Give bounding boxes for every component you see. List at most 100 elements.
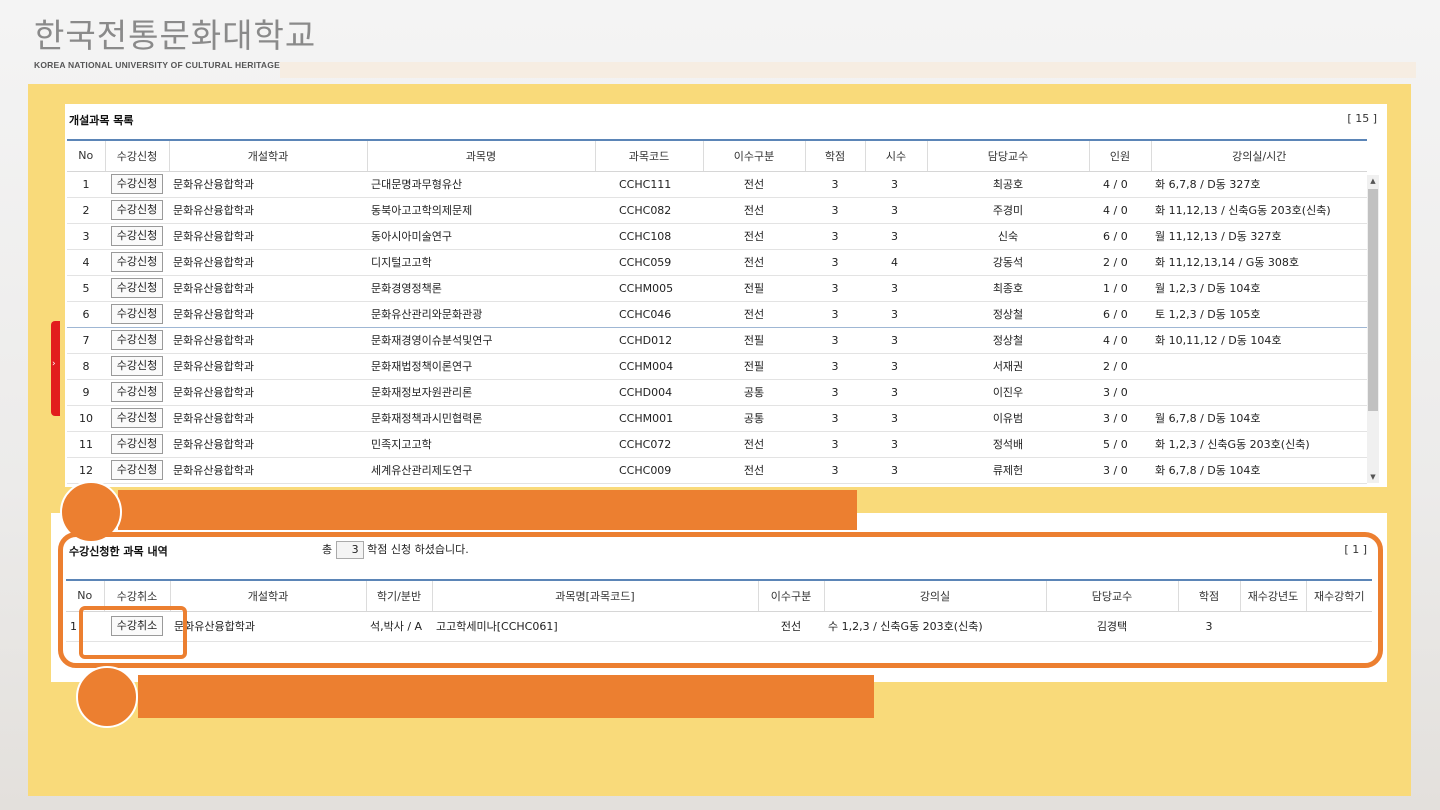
cell-no: 2: [67, 197, 105, 224]
cell-enroll: 수강신청: [105, 249, 169, 276]
cell-professor: 최종호: [927, 275, 1089, 302]
cell-course-code: CCHD004: [595, 379, 703, 406]
col-no[interactable]: No: [67, 139, 106, 172]
cell-dept: 문화유산융합학과: [169, 249, 367, 276]
table-row: 3 수강신청 문화유산융합학과 동아시아미술연구 CCHC108 전선 3 3 신숙 6 / 0월…: [67, 223, 1367, 250]
col-professor[interactable]: 담당교수: [927, 139, 1090, 172]
col-hours[interactable]: 시수: [865, 139, 928, 172]
table-row: 12 수강신청 문화유산융합학과 세계유산관리제도연구 CCHC009 전선 3 3 류제헌 3 …: [67, 457, 1367, 484]
cell-enroll: 수강신청: [105, 327, 169, 354]
col-dept[interactable]: 개설학과: [169, 139, 368, 172]
cell-credit: 3: [805, 431, 865, 458]
table-row: 9 수강신청 문화유산융합학과 문화재정보자원관리론 CCHD004 공통 3 3 이진우 3 /…: [67, 379, 1367, 406]
course-list-header-row: No 수강신청 개설학과 과목명 과목코드 이수구분 학점 시수 담당교수 인원…: [67, 139, 1367, 172]
cell-course-code: CCHC111: [595, 171, 703, 198]
cell-professor: 주경미: [927, 197, 1089, 224]
cell-no: 3: [67, 223, 105, 250]
cell-course-name: 문화재경영이슈분석및연구: [367, 327, 595, 354]
cell-type: 전선: [703, 171, 805, 198]
cell-people: 6 / 0: [1089, 223, 1151, 250]
cell-dept: 문화유산융합학과: [169, 301, 367, 328]
cell-enroll: 수강신청: [105, 197, 169, 224]
annotation-outline-cancel: [79, 606, 187, 659]
cell-enroll: 수강신청: [105, 301, 169, 328]
cell-people: 1 / 0: [1089, 275, 1151, 302]
annotation-outline-enrolled: [58, 532, 1383, 668]
cell-hours: 3: [865, 275, 927, 302]
cell-type: 전선: [703, 249, 805, 276]
cell-room-time: 화 10,11,12 / D동 104호: [1151, 327, 1367, 354]
enroll-button[interactable]: 수강신청: [110, 252, 164, 272]
cell-people: 3 / 0: [1089, 457, 1151, 484]
col-people[interactable]: 인원: [1089, 139, 1152, 172]
col-course-code[interactable]: 과목코드: [595, 139, 704, 172]
cell-no: 7: [67, 327, 105, 354]
col-type[interactable]: 이수구분: [703, 139, 806, 172]
cell-type: 공통: [703, 405, 805, 432]
scroll-up-icon[interactable]: ▲: [1367, 175, 1379, 187]
cell-course-code: CCHC059: [595, 249, 703, 276]
scroll-down-icon[interactable]: ▼: [1367, 471, 1379, 483]
cell-enroll: 수강신청: [105, 457, 169, 484]
table-row: 8 수강신청 문화유산융합학과 문화재법정책이론연구 CCHM004 전필 3 3 서재권 2 /…: [67, 353, 1367, 380]
enroll-button[interactable]: 수강신청: [110, 382, 164, 402]
annotation-marker-2: [76, 666, 138, 728]
col-course-name[interactable]: 과목명: [367, 139, 596, 172]
col-enroll[interactable]: 수강신청: [105, 139, 170, 172]
course-list-scrollbar[interactable]: ▲ ▼: [1367, 175, 1379, 483]
cell-course-code: CCHC009: [595, 457, 703, 484]
col-room-time[interactable]: 강의실/시간: [1151, 139, 1367, 172]
enroll-button[interactable]: 수강신청: [110, 278, 164, 298]
cell-room-time: [1151, 379, 1367, 406]
cell-type: 전선: [703, 223, 805, 250]
table-row: 6 수강신청 문화유산융합학과 문화유산관리와문화관광 CCHC046 전선 3 3 정상철 6 …: [67, 301, 1367, 328]
cell-room-time: 화 11,12,13,14 / G동 308호: [1151, 249, 1367, 276]
cell-enroll: 수강신청: [105, 171, 169, 198]
cell-credit: 3: [805, 353, 865, 380]
cell-professor: 류제헌: [927, 457, 1089, 484]
enroll-button[interactable]: 수강신청: [110, 460, 164, 480]
cell-course-name: 동북아고고학의제문제: [367, 197, 595, 224]
cell-professor: 이유범: [927, 405, 1089, 432]
cell-credit: 3: [805, 197, 865, 224]
cell-dept: 문화유산융합학과: [169, 353, 367, 380]
cell-people: 6 / 0: [1089, 301, 1151, 328]
cell-enroll: 수강신청: [105, 405, 169, 432]
cell-credit: 3: [805, 275, 865, 302]
chevron-right-icon[interactable]: ›: [52, 359, 56, 369]
cell-professor: 이진우: [927, 379, 1089, 406]
enroll-button[interactable]: 수강신청: [110, 330, 164, 350]
cell-professor: 정석배: [927, 431, 1089, 458]
enroll-button[interactable]: 수강신청: [110, 226, 164, 246]
cell-course-name: 문화재정보자원관리론: [367, 379, 595, 406]
cell-professor: 신숙: [927, 223, 1089, 250]
cell-hours: 3: [865, 171, 927, 198]
cell-room-time: 월 11,12,13 / D동 327호: [1151, 223, 1367, 250]
cell-type: 전필: [703, 327, 805, 354]
cell-hours: 3: [865, 431, 927, 458]
cell-credit: 3: [805, 223, 865, 250]
enroll-button[interactable]: 수강신청: [110, 304, 164, 324]
cell-no: 1: [67, 171, 105, 198]
enroll-button[interactable]: 수강신청: [110, 174, 164, 194]
cell-hours: 3: [865, 353, 927, 380]
cell-course-name: 디지털고고학: [367, 249, 595, 276]
cell-people: 2 / 0: [1089, 353, 1151, 380]
cell-type: 공통: [703, 379, 805, 406]
cell-people: 3 / 0: [1089, 405, 1151, 432]
cell-room-time: 월 6,7,8 / D동 104호: [1151, 405, 1367, 432]
col-credit[interactable]: 학점: [805, 139, 866, 172]
cell-course-code: CCHC072: [595, 431, 703, 458]
course-list-table: No 수강신청 개설학과 과목명 과목코드 이수구분 학점 시수 담당교수 인원…: [67, 139, 1367, 484]
enroll-button[interactable]: 수강신청: [110, 356, 164, 376]
table-row: 7 수강신청 문화유산융합학과 문화재경영이슈분석및연구 CCHD012 전필 3 3 정상철 4…: [67, 327, 1367, 354]
cell-course-code: CCHM001: [595, 405, 703, 432]
cell-dept: 문화유산융합학과: [169, 275, 367, 302]
enroll-button[interactable]: 수강신청: [110, 200, 164, 220]
enroll-button[interactable]: 수강신청: [110, 408, 164, 428]
cell-type: 전선: [703, 197, 805, 224]
scroll-thumb[interactable]: [1368, 189, 1378, 411]
enroll-button[interactable]: 수강신청: [110, 434, 164, 454]
cell-no: 9: [67, 379, 105, 406]
cell-dept: 문화유산융합학과: [169, 223, 367, 250]
